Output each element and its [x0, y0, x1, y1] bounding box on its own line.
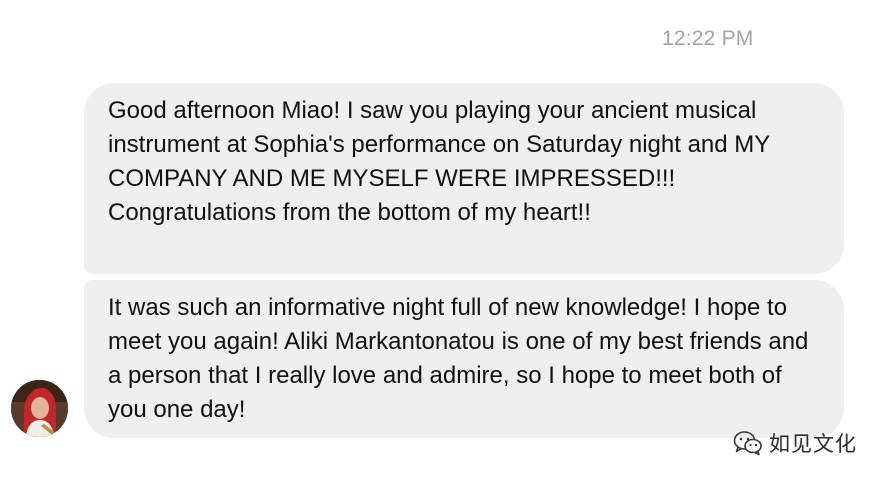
message-bubble[interactable]: It was such an informative night full of…	[84, 280, 844, 438]
watermark-text: 如见文化	[769, 432, 857, 456]
message-timestamp: 12:22 PM	[662, 27, 754, 50]
wechat-icon	[733, 431, 762, 456]
watermark: 如见文化	[733, 428, 857, 458]
message-text: Good afternoon Miao! I saw you playing y…	[108, 97, 770, 226]
message-bubble[interactable]: Good afternoon Miao! I saw you playing y…	[84, 83, 844, 274]
message-text: It was such an informative night full of…	[108, 294, 809, 423]
sender-avatar[interactable]	[11, 380, 68, 437]
user-avatar-icon	[11, 380, 68, 437]
